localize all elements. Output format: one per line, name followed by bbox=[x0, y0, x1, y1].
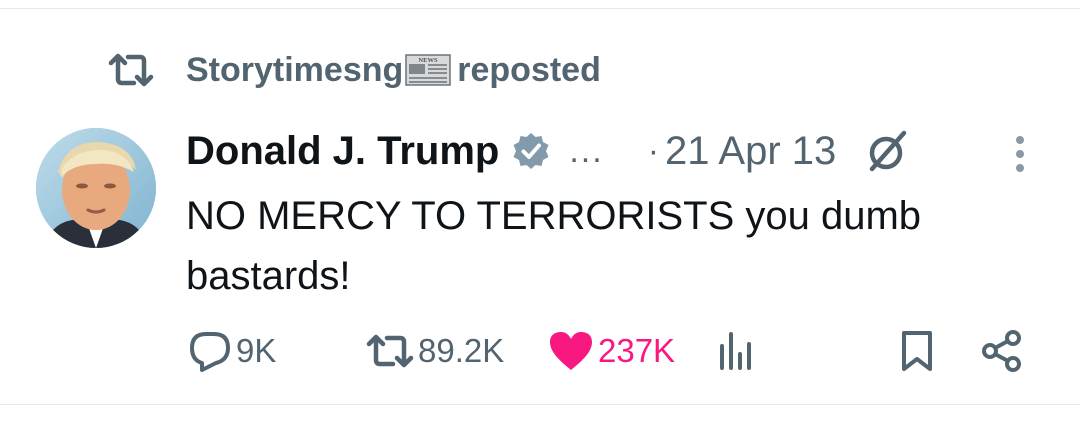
views-button[interactable] bbox=[716, 326, 756, 376]
grok-icon[interactable] bbox=[864, 127, 912, 175]
like-count: 237K bbox=[598, 332, 676, 369]
bottom-divider bbox=[0, 404, 1080, 405]
timestamp[interactable]: 21 Apr 13 bbox=[665, 129, 836, 174]
author-name[interactable]: Donald J. Trump bbox=[186, 129, 499, 174]
reply-count: 9K bbox=[236, 332, 277, 369]
like-button[interactable]: 237K bbox=[548, 326, 675, 376]
handle-truncated[interactable]: ... bbox=[569, 132, 603, 171]
repost-text: Storytimesng NEWS reposted bbox=[186, 51, 601, 90]
avatar[interactable] bbox=[36, 128, 156, 248]
more-icon[interactable] bbox=[1010, 134, 1030, 174]
tweet-header: Donald J. Trump ... · 21 Apr 13 bbox=[186, 122, 912, 180]
bookmark-icon bbox=[902, 331, 932, 371]
repost-context[interactable]: Storytimesng NEWS reposted bbox=[108, 48, 601, 92]
tweet-text: NO MERCY TO TERRORISTS you dumb bastards… bbox=[186, 194, 922, 298]
retweet-count: 89.2K bbox=[418, 332, 505, 369]
heart-icon bbox=[550, 332, 592, 370]
top-divider bbox=[0, 8, 1080, 9]
reply-icon bbox=[190, 332, 230, 372]
bookmark-button[interactable] bbox=[900, 326, 934, 376]
share-icon bbox=[982, 330, 1021, 372]
action-bar: 9K 89.2K 237K bbox=[0, 326, 1080, 376]
views-icon bbox=[720, 332, 751, 370]
retweet-icon bbox=[366, 334, 414, 368]
retweet-button[interactable]: 89.2K bbox=[366, 326, 504, 376]
repost-icon bbox=[108, 53, 154, 87]
reposter-name[interactable]: Storytimesng bbox=[186, 51, 403, 90]
share-button[interactable] bbox=[980, 326, 1024, 376]
newspaper-label: NEWS bbox=[419, 57, 439, 64]
separator-dot: · bbox=[647, 131, 660, 170]
verified-badge-icon[interactable] bbox=[511, 131, 551, 171]
newspaper-icon: NEWS bbox=[405, 53, 452, 87]
repost-suffix: reposted bbox=[457, 50, 601, 89]
reply-button[interactable]: 9K bbox=[188, 326, 276, 376]
